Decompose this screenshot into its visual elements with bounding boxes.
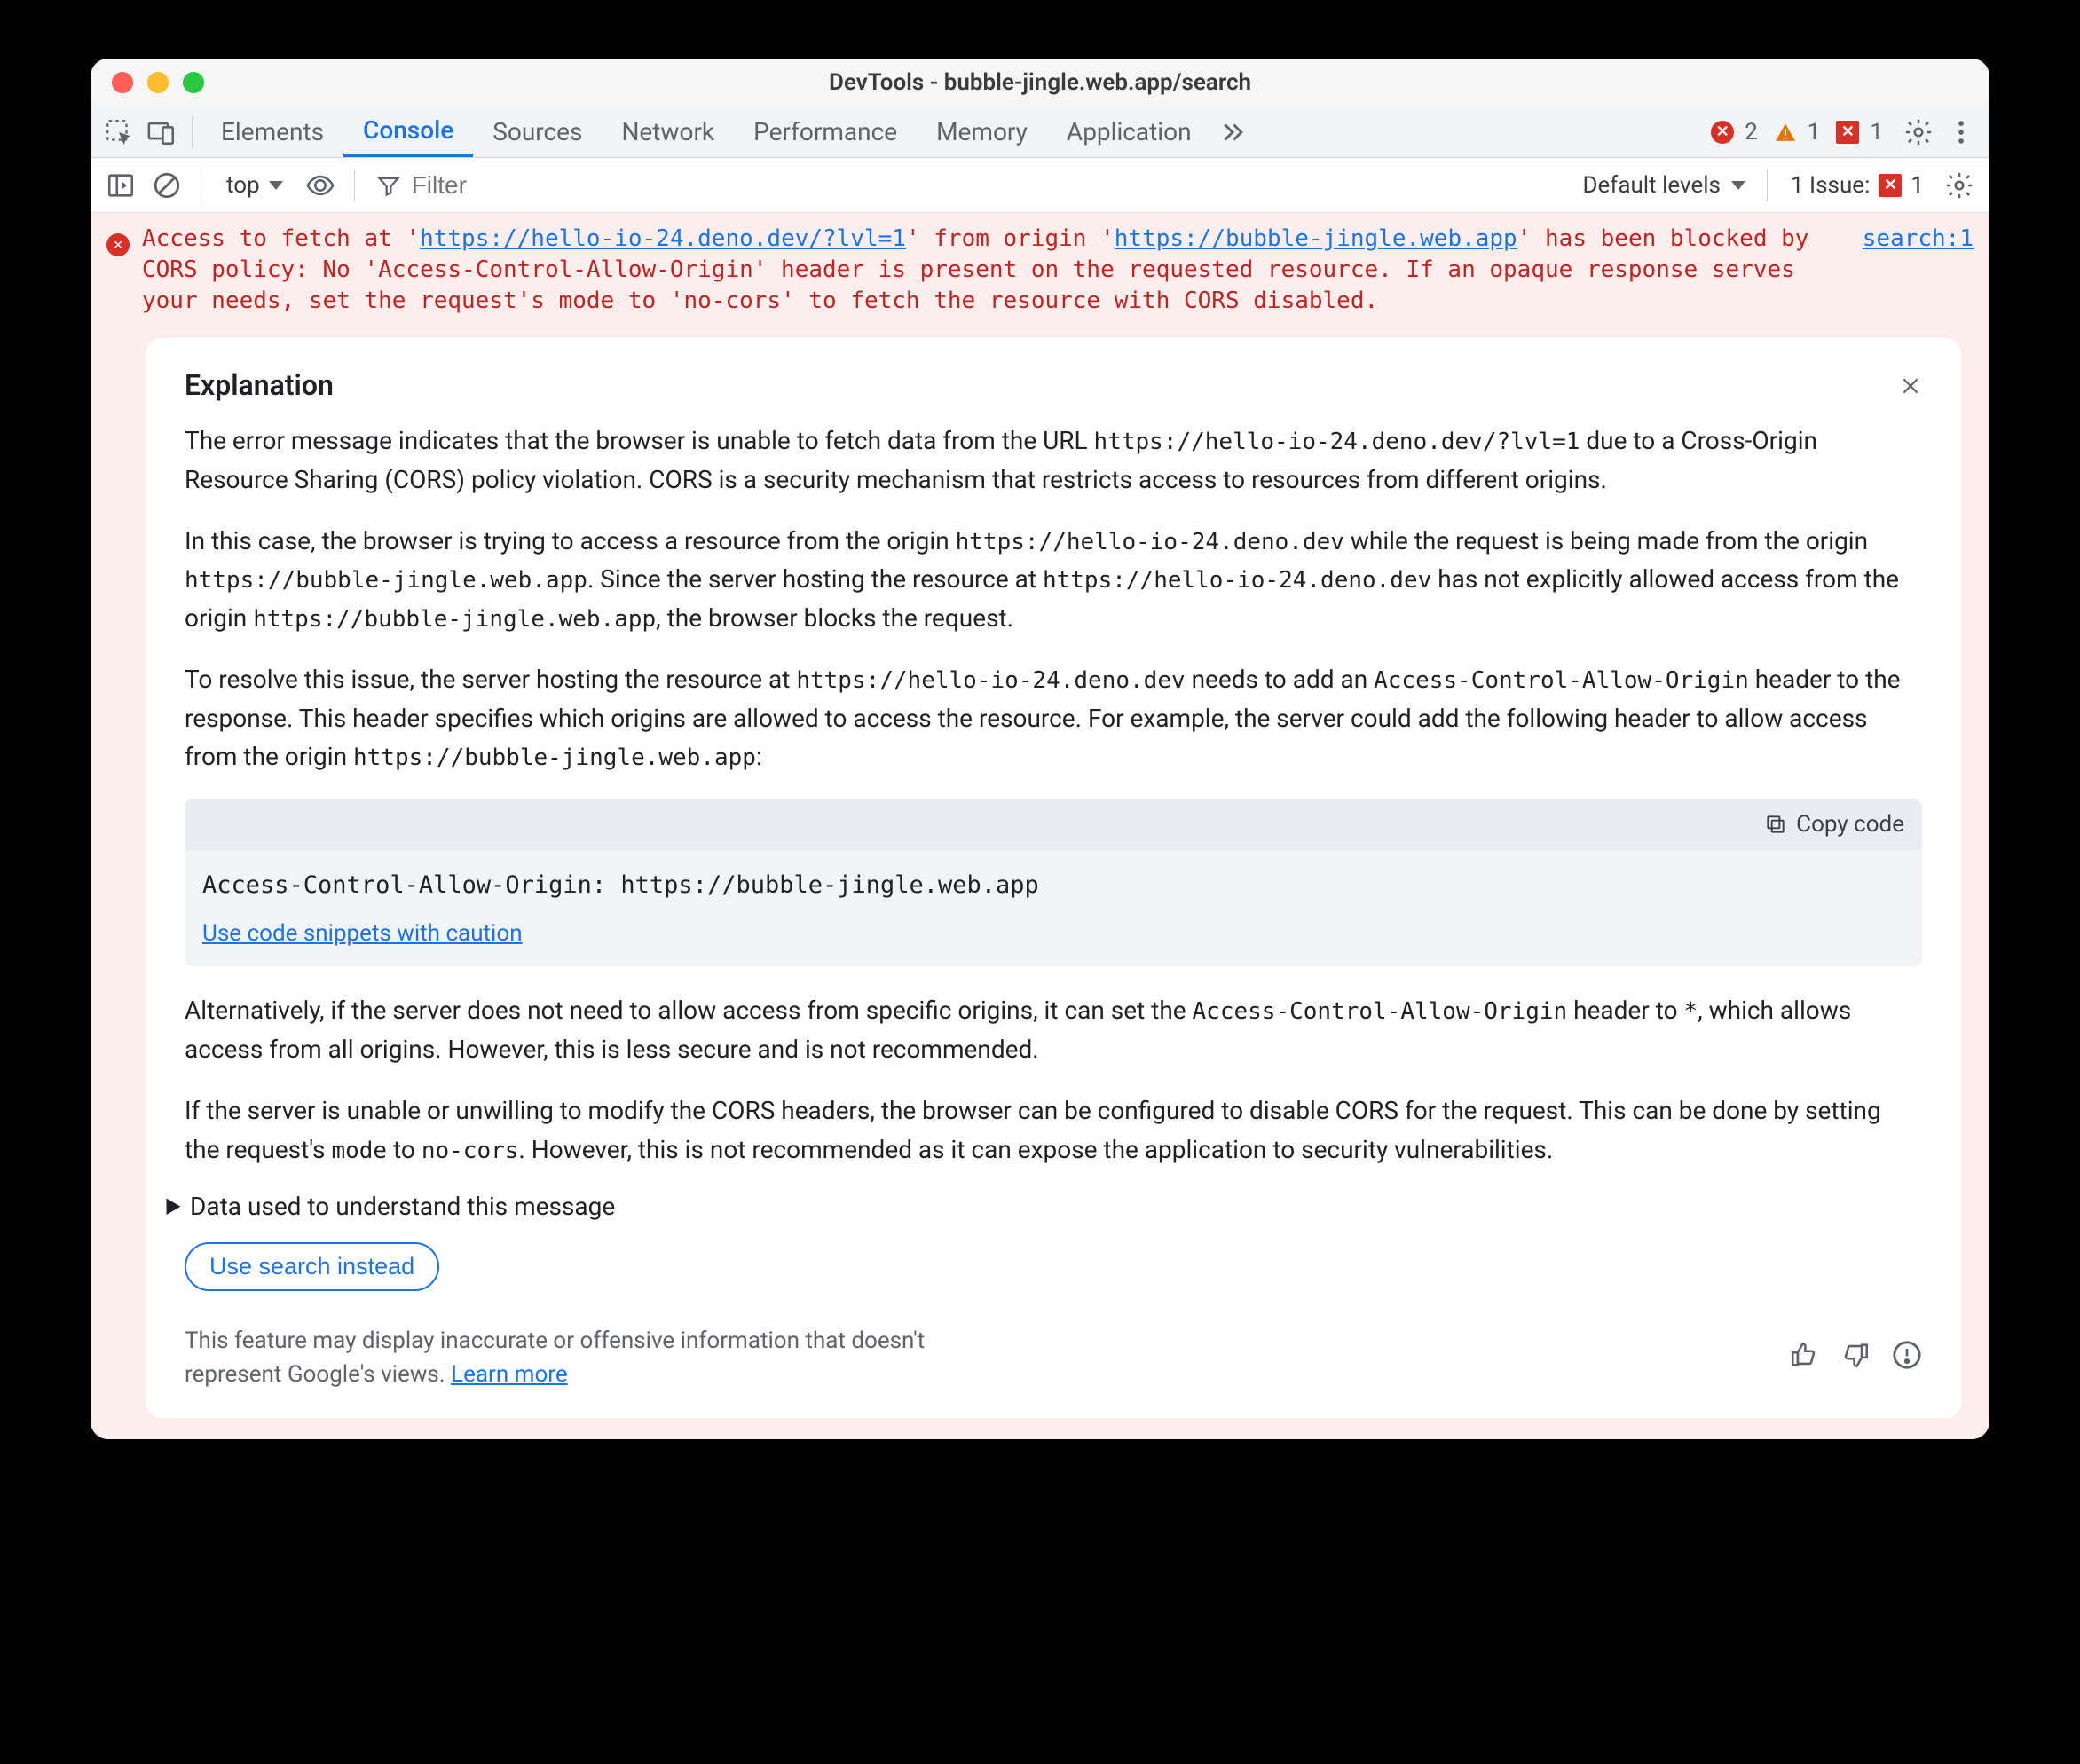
error-icon: ✕	[106, 227, 130, 317]
code-snippet: Copy code Access-Control-Allow-Origin: h…	[185, 799, 1922, 966]
minimize-window-button[interactable]	[147, 72, 169, 93]
tab-performance[interactable]: Performance	[734, 106, 917, 157]
learn-more-link[interactable]: Learn more	[451, 1361, 568, 1388]
log-levels-selector[interactable]: Default levels	[1573, 172, 1754, 199]
console-settings-icon[interactable]	[1938, 164, 1981, 207]
toggle-sidebar-icon[interactable]	[99, 164, 142, 207]
warning-count: 1	[1808, 119, 1821, 146]
warning-badge-icon	[1774, 121, 1797, 144]
device-toolbar-icon[interactable]	[140, 111, 183, 154]
filter-icon	[376, 173, 401, 198]
chevron-down-icon	[269, 181, 283, 190]
error-badge-icon: ✕	[1711, 121, 1734, 144]
console-toolbar: top Default levels 1 Issue: ✕ 1	[91, 158, 1989, 213]
copy-icon	[1764, 813, 1787, 836]
explanation-p5: If the server is unable or unwilling to …	[185, 1091, 1922, 1169]
issues-link[interactable]: 1 Issue: ✕ 1	[1780, 172, 1934, 199]
use-search-button[interactable]: Use search instead	[185, 1242, 439, 1291]
issue-count: 1	[1870, 119, 1883, 146]
close-window-button[interactable]	[112, 72, 133, 93]
zoom-window-button[interactable]	[183, 72, 204, 93]
explanation-p2: In this case, the browser is trying to a…	[185, 522, 1922, 637]
disclaimer-text: This feature may display inaccurate or o…	[185, 1325, 965, 1391]
thumbs-up-button[interactable]	[1789, 1340, 1819, 1376]
explanation-p4: Alternatively, if the server does not ne…	[185, 991, 1922, 1068]
console-content: ✕ Access to fetch at 'https://hello-io-2…	[91, 213, 1989, 1439]
chevron-down-icon	[1731, 181, 1745, 190]
report-button[interactable]	[1892, 1340, 1922, 1376]
error-count: 2	[1745, 119, 1758, 146]
more-menu-icon[interactable]	[1940, 111, 1982, 154]
context-selector[interactable]: top	[214, 172, 295, 199]
clear-console-icon[interactable]	[146, 164, 188, 207]
main-tabs: Elements Console Sources Network Perform…	[91, 106, 1989, 158]
tab-memory[interactable]: Memory	[917, 106, 1047, 157]
more-tabs-icon[interactable]	[1211, 111, 1254, 154]
explanation-p1: The error message indicates that the bro…	[185, 421, 1922, 499]
issue-badge-icon: ✕	[1836, 121, 1859, 144]
tab-sources[interactable]: Sources	[473, 106, 602, 157]
devtools-window: DevTools - bubble-jingle.web.app/search …	[91, 59, 1989, 1439]
filter-input[interactable]	[410, 170, 676, 201]
error-url-2[interactable]: https://bubble-jingle.web.app	[1115, 225, 1517, 252]
source-link[interactable]: search:1	[1863, 224, 1974, 317]
console-error-message[interactable]: ✕ Access to fetch at 'https://hello-io-2…	[106, 224, 1974, 317]
tab-network[interactable]: Network	[602, 106, 734, 157]
error-url-1[interactable]: https://hello-io-24.deno.dev/?lvl=1	[420, 225, 906, 252]
settings-icon[interactable]	[1897, 111, 1940, 154]
copy-code-button[interactable]: Copy code	[1764, 811, 1904, 838]
tab-application[interactable]: Application	[1047, 106, 1211, 157]
titlebar: DevTools - bubble-jingle.web.app/search	[91, 59, 1989, 106]
close-explanation-button[interactable]	[1899, 374, 1922, 405]
window-title: DevTools - bubble-jingle.web.app/search	[91, 69, 1989, 96]
explanation-p3: To resolve this issue, the server hostin…	[185, 660, 1922, 776]
code-body: Access-Control-Allow-Origin: https://bub…	[185, 850, 1922, 908]
thumbs-down-button[interactable]	[1840, 1340, 1871, 1376]
live-expression-icon[interactable]	[299, 164, 342, 207]
code-caution-link[interactable]: Use code snippets with caution	[202, 920, 523, 947]
tab-elements[interactable]: Elements	[201, 106, 343, 157]
tab-console[interactable]: Console	[343, 106, 473, 157]
status-badges[interactable]: ✕ 2 1 ✕ 1	[1711, 119, 1892, 146]
data-disclosure[interactable]: Data used to understand this message	[185, 1192, 1922, 1221]
issue-badge-icon: ✕	[1879, 174, 1902, 197]
explanation-card: Explanation The error message indicates …	[146, 338, 1961, 1418]
inspect-element-icon[interactable]	[98, 111, 140, 154]
traffic-lights	[112, 72, 204, 93]
explanation-heading: Explanation	[185, 368, 1922, 402]
